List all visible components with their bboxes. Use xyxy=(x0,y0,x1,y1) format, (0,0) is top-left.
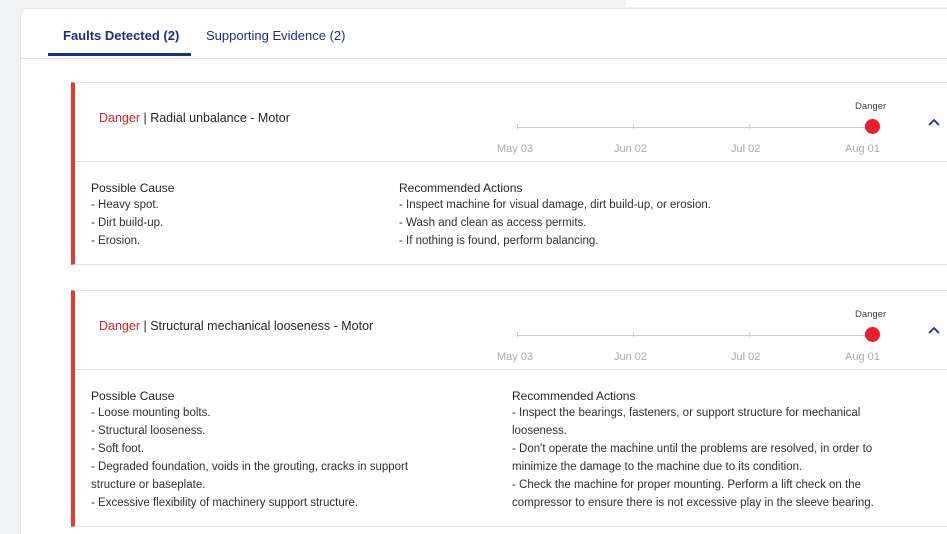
faults-panel: Faults Detected (2) Supporting Evidence … xyxy=(20,8,947,534)
possible-cause-item: - Degraded foundation, voids in the grou… xyxy=(91,461,409,473)
danger-point[interactable] xyxy=(865,327,880,342)
timeline-tick-label: Jul 02 xyxy=(731,143,761,155)
recommended-action-item: - Check the machine for proper mounting.… xyxy=(512,479,861,491)
possible-cause-item: - Loose mounting bolts. xyxy=(91,407,211,419)
possible-cause-heading: Possible Cause xyxy=(91,181,175,195)
top-background-strip xyxy=(626,0,947,7)
timeline-tick xyxy=(749,124,750,129)
tab-supporting-evidence[interactable]: Supporting Evidence (2) xyxy=(206,28,345,43)
timeline-tick-label: Jun 02 xyxy=(614,351,648,363)
title-separator: | xyxy=(140,319,151,333)
timeline-tick xyxy=(633,124,634,129)
tab-faults-detected[interactable]: Faults Detected (2) xyxy=(63,28,179,43)
danger-point[interactable] xyxy=(865,119,880,134)
timeline-tick-label: Jun 02 xyxy=(614,143,648,155)
recommended-action-item: - Inspect the bearings, fasteners, or su… xyxy=(512,407,861,419)
timeline-point-label: Danger xyxy=(855,101,887,112)
timeline-tick-label: May 03 xyxy=(497,351,534,363)
active-tab-indicator xyxy=(48,53,191,56)
fault-card-structural-looseness: Danger | Structural mechanical looseness… xyxy=(71,290,947,527)
recommended-action-item: minimize the damage to the machine due t… xyxy=(512,461,803,473)
severity-timeline: May 03 Jun 02 Jul 02 Aug 01 Danger xyxy=(497,291,897,370)
severity-label: Danger xyxy=(99,111,140,125)
recommended-actions-heading: Recommended Actions xyxy=(399,181,523,195)
severity-timeline: May 03 Jun 02 Jul 02 Aug 01 Danger xyxy=(497,83,897,162)
timeline-axis xyxy=(517,335,873,336)
timeline-tick-label: Jul 02 xyxy=(731,351,761,363)
timeline-tick-label: Aug 01 xyxy=(845,143,880,155)
fault-name: Structural mechanical looseness - Motor xyxy=(150,319,374,333)
timeline-tick xyxy=(633,332,634,337)
possible-cause-item: - Excessive flexibility of machinery sup… xyxy=(91,497,359,509)
timeline-tick-label: Aug 01 xyxy=(845,351,880,363)
possible-cause-item: - Dirt build-up. xyxy=(91,217,164,229)
recommended-action-item: compressor to ensure there is not excess… xyxy=(512,497,874,509)
fault-name: Radial unbalance - Motor xyxy=(150,111,290,125)
timeline-tick xyxy=(517,124,518,129)
possible-cause-item: - Structural looseness. xyxy=(91,425,206,437)
timeline-axis xyxy=(517,127,873,128)
possible-cause-item: - Heavy spot. xyxy=(91,199,159,211)
fault-title: Danger | Structural mechanical looseness… xyxy=(99,319,373,333)
recommended-actions-heading: Recommended Actions xyxy=(512,389,636,403)
recommended-action-item: looseness. xyxy=(512,425,567,437)
severity-label: Danger xyxy=(99,319,140,333)
fault-card-header[interactable]: Danger | Structural mechanical looseness… xyxy=(75,291,947,370)
tab-bar: Faults Detected (2) Supporting Evidence … xyxy=(21,9,947,59)
recommended-action-item: - If nothing is found, perform balancing… xyxy=(399,235,599,247)
title-separator: | xyxy=(140,111,151,125)
possible-cause-item: - Soft foot. xyxy=(91,443,145,455)
chevron-up-icon[interactable] xyxy=(927,117,941,127)
fault-card-header[interactable]: Danger | Radial unbalance - Motor May 03… xyxy=(75,83,947,162)
timeline-tick xyxy=(749,332,750,337)
fault-card-radial-unbalance: Danger | Radial unbalance - Motor May 03… xyxy=(71,82,947,265)
timeline-tick-label: May 03 xyxy=(497,143,534,155)
recommended-action-item: - Don't operate the machine until the pr… xyxy=(512,443,873,455)
timeline-tick xyxy=(517,332,518,337)
fault-title: Danger | Radial unbalance - Motor xyxy=(99,111,290,125)
possible-cause-heading: Possible Cause xyxy=(91,389,175,403)
recommended-action-item: - Inspect machine for visual damage, dir… xyxy=(399,199,711,211)
recommended-action-item: - Wash and clean as access permits. xyxy=(399,217,587,229)
possible-cause-item: structure or baseplate. xyxy=(91,479,206,491)
chevron-up-icon[interactable] xyxy=(927,325,941,335)
possible-cause-item: - Erosion. xyxy=(91,235,141,247)
timeline-point-label: Danger xyxy=(855,309,887,320)
